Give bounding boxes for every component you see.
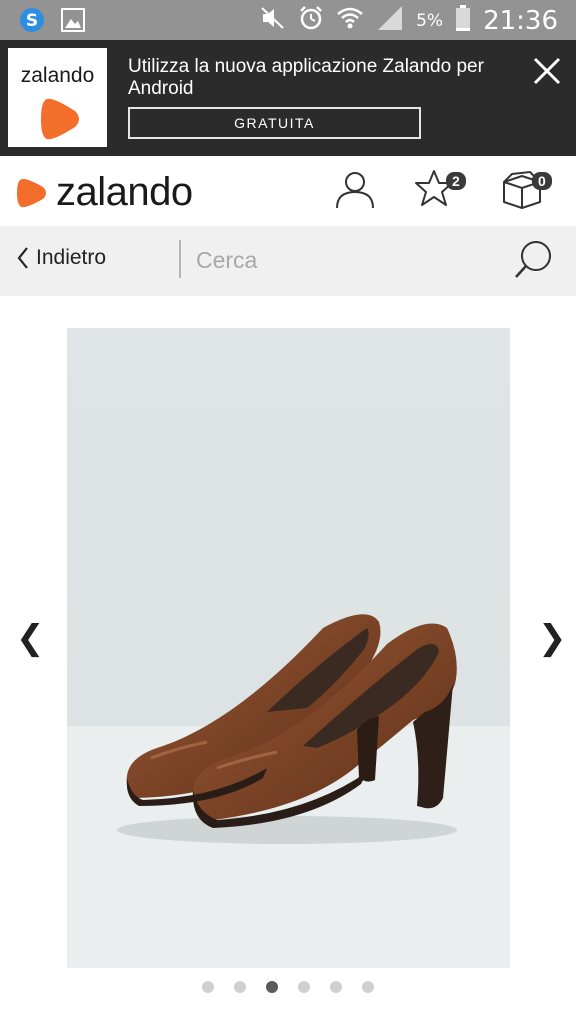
install-free-button[interactable]: GRATUITA xyxy=(128,107,421,139)
close-icon xyxy=(533,57,561,85)
next-image-button[interactable]: ❯ xyxy=(538,618,567,658)
cart-count-badge: 0 xyxy=(532,172,552,190)
wishlist-count-badge: 2 xyxy=(446,172,466,190)
search-input[interactable] xyxy=(196,242,496,278)
app-logo: zalando xyxy=(8,48,107,147)
status-bar: S 5% 21:36 xyxy=(0,0,576,40)
app-logo-text: zalando xyxy=(20,64,95,87)
battery-icon xyxy=(455,4,471,37)
zalando-logo-icon xyxy=(17,178,46,207)
account-button[interactable] xyxy=(334,168,376,215)
pagination-dot[interactable] xyxy=(362,981,374,993)
alarm-icon xyxy=(298,5,324,36)
mute-icon xyxy=(260,5,286,36)
pagination-dot[interactable] xyxy=(266,981,278,993)
battery-percent: 5% xyxy=(416,10,444,31)
previous-image-button[interactable]: ❮ xyxy=(16,618,45,658)
product-image[interactable] xyxy=(67,328,510,968)
signal-icon xyxy=(376,4,404,37)
image-icon xyxy=(60,7,86,38)
zalando-logo-icon xyxy=(41,98,79,140)
pagination-dot[interactable] xyxy=(234,981,246,993)
back-label: Indietro xyxy=(36,246,107,269)
skype-icon: S xyxy=(18,6,46,39)
svg-text:S: S xyxy=(26,11,38,31)
user-icon xyxy=(336,172,374,209)
pagination-dot[interactable] xyxy=(202,981,214,993)
brand-name: zalando xyxy=(56,170,193,214)
status-right-icons: 5% 21:36 xyxy=(260,4,558,37)
clock: 21:36 xyxy=(483,5,558,36)
search-icon xyxy=(515,241,551,278)
search-divider xyxy=(179,240,181,278)
app-install-banner: zalando Utilizza la nuova applicazione Z… xyxy=(0,40,576,156)
pagination-dot[interactable] xyxy=(298,981,310,993)
search-bar: Indietro xyxy=(0,226,576,296)
brand-logo[interactable]: zalando xyxy=(16,170,193,215)
site-header: zalando 2 0 xyxy=(0,156,576,226)
back-button[interactable]: Indietro xyxy=(16,246,106,270)
wifi-icon xyxy=(336,4,364,37)
gallery-pagination xyxy=(0,981,576,993)
search-button[interactable] xyxy=(512,238,554,285)
close-banner-button[interactable] xyxy=(528,52,566,90)
banner-message: Utilizza la nuova applicazione Zalando p… xyxy=(128,56,484,99)
pagination-dot[interactable] xyxy=(330,981,342,993)
status-left-icons: S xyxy=(18,6,86,39)
shoe-photo xyxy=(67,328,510,968)
chevron-left-icon xyxy=(17,247,28,269)
